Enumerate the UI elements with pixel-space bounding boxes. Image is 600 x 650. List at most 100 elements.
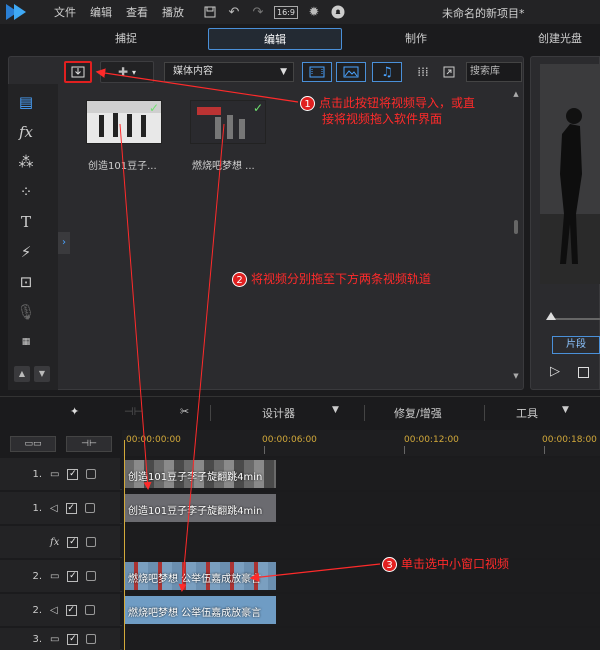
project-name: 未命名的新项目* <box>442 7 525 20</box>
menu-play[interactable]: 播放 <box>162 4 184 20</box>
timeline-clip[interactable]: 燃烧吧梦想 公举伍嘉成放豪言 <box>124 562 276 590</box>
plugins-button[interactable]: ✚ ▾ <box>100 61 154 83</box>
scissors-icon[interactable]: ✂ <box>180 405 189 418</box>
mode-tabs: 捕捉 编辑 制作 创建光盘 <box>0 26 600 52</box>
preview-scrub-knob[interactable] <box>546 312 556 320</box>
library-scrollbar[interactable]: ▲ ▼ <box>512 90 520 382</box>
puzzle-icon: ✚ <box>117 65 129 79</box>
voice-over-icon[interactable]: 🎙 <box>16 302 36 322</box>
settings-gear-icon[interactable]: ✹ <box>306 4 322 20</box>
play-icon[interactable]: ▷ <box>550 364 560 379</box>
media-room-icon[interactable]: ▤ <box>16 92 36 112</box>
transition-room-icon[interactable]: ⚡ <box>16 242 36 262</box>
timeline-clip[interactable]: 创造101豆子李子旋翻跳4min <box>124 460 276 488</box>
fit-timeline-button[interactable]: ⊣⊢ <box>66 436 112 452</box>
video-track-icon: ▭ <box>50 468 60 480</box>
save-icon[interactable] <box>202 4 218 20</box>
redo-icon[interactable]: ↷ <box>250 4 266 20</box>
chevron-down-icon: ▾ <box>132 67 137 77</box>
track-enable-checkbox[interactable]: ✓ <box>67 536 79 548</box>
clip-mode-button[interactable]: 片段 <box>552 336 600 354</box>
pip-objects-icon[interactable]: ⁂ <box>16 152 36 172</box>
step-badge: 2 <box>232 272 247 287</box>
sidebar-down-icon[interactable]: ▼ <box>34 366 50 382</box>
clip-label: 燃烧吧梦想 公举伍嘉成放豪言 <box>128 574 262 585</box>
media-type-dropdown[interactable]: 媒体内容 ▼ <box>164 62 294 82</box>
track-enable-checkbox[interactable]: ✓ <box>65 604 77 616</box>
track-body[interactable] <box>122 628 600 650</box>
lock-icon[interactable] <box>86 571 97 581</box>
track-body[interactable] <box>122 526 600 558</box>
media-thumbnail[interactable]: ✓ <box>86 100 162 144</box>
lock-icon[interactable] <box>84 503 95 513</box>
annotation-text: 单击选中小窗口视频 <box>401 557 510 571</box>
tab-edit[interactable]: 编辑 <box>208 28 342 50</box>
chevron-down-icon[interactable]: ▼ <box>332 405 339 415</box>
designer-button[interactable]: 设计器 <box>262 405 295 421</box>
track-enable-checkbox[interactable]: ✓ <box>67 468 79 480</box>
notification-bell-icon[interactable] <box>330 4 346 20</box>
lock-icon[interactable] <box>84 605 95 615</box>
menu-view[interactable]: 查看 <box>126 4 148 20</box>
track-enable-checkbox[interactable]: ✓ <box>67 633 79 645</box>
aspect-ratio-selector[interactable]: 16:9 <box>274 5 298 19</box>
tab-produce[interactable]: 制作 <box>376 28 456 50</box>
timeline-playhead[interactable] <box>124 440 125 650</box>
scroll-up-icon[interactable]: ▲ <box>512 90 520 98</box>
menu-file[interactable]: 文件 <box>54 4 76 20</box>
chevron-down-icon: ▼ <box>280 67 287 77</box>
ruler-label: 00:00:00:00 <box>126 435 181 445</box>
chapter-room-icon[interactable]: ▦ <box>16 332 36 352</box>
filter-video-button[interactable] <box>302 62 332 82</box>
timeline-clip[interactable]: 燃烧吧梦想 公举伍嘉成放豪言 <box>124 596 276 624</box>
track-body[interactable]: 创造101豆子李子旋翻跳4min <box>122 458 600 490</box>
undo-icon[interactable]: ↶ <box>226 4 242 20</box>
track-enable-checkbox[interactable]: ✓ <box>65 502 77 514</box>
magic-tools-icon[interactable]: ✦ <box>70 405 79 418</box>
timeline-ruler[interactable]: 00:00:00:00 00:00:06:00 00:00:12:00 00:0… <box>122 430 600 456</box>
particle-room-icon[interactable]: ⁘ <box>16 182 36 202</box>
import-media-button[interactable] <box>64 61 92 83</box>
collapse-panel-icon[interactable]: › <box>58 232 70 254</box>
sidebar-up-icon[interactable]: ▲ <box>14 366 30 382</box>
track-header: 1. ▭ ✓ <box>0 458 120 490</box>
track-row: 1. ◁ ✓ 创造101豆子李子旋翻跳4min <box>0 492 600 524</box>
lock-icon[interactable] <box>86 634 97 644</box>
lock-icon[interactable] <box>86 469 97 479</box>
fullscreen-icon[interactable] <box>434 62 464 82</box>
ruler-label: 00:00:12:00 <box>404 435 459 445</box>
track-body[interactable]: 创造101豆子李子旋翻跳4min <box>122 492 600 524</box>
step-badge: 1 <box>300 96 315 111</box>
media-thumbnail[interactable]: ✓ <box>190 100 266 144</box>
timeline-clip[interactable]: 创造101豆子李子旋翻跳4min <box>124 494 276 522</box>
filter-image-button[interactable] <box>336 62 366 82</box>
track-header: 3. ▭ ✓ <box>0 628 120 650</box>
audio-mixing-icon[interactable]: ⊡ <box>16 272 36 292</box>
fx-room-icon[interactable]: fx <box>16 122 36 142</box>
annotation-step-2: 2 将视频分别拖至下方两条视频轨道 <box>232 270 431 287</box>
ruler-label: 00:00:18:00 <box>542 435 597 445</box>
track-body[interactable]: 燃烧吧梦想 公举伍嘉成放豪言 <box>122 594 600 626</box>
fix-enhance-button[interactable]: 修复/增强 <box>394 405 442 421</box>
tab-create-disc[interactable]: 创建光盘 <box>520 28 600 50</box>
track-enable-checkbox[interactable]: ✓ <box>67 570 79 582</box>
tools-button[interactable]: 工具 <box>516 405 538 421</box>
lock-icon[interactable] <box>86 537 97 547</box>
chevron-down-icon[interactable]: ▼ <box>562 405 569 415</box>
sidebar-nav: ▲ ▼ <box>14 366 50 382</box>
track-row: 3. ▭ ✓ <box>0 628 600 650</box>
filter-audio-button[interactable]: ♫ <box>372 62 402 82</box>
library-search-input[interactable]: 搜索库 <box>466 62 522 82</box>
track-body[interactable]: 燃烧吧梦想 公举伍嘉成放豪言 <box>122 560 600 592</box>
scroll-down-icon[interactable]: ▼ <box>512 372 520 380</box>
tab-capture[interactable]: 捕捉 <box>86 28 166 50</box>
scroll-thumb[interactable] <box>514 220 518 234</box>
video-track-icon: ▭ <box>50 633 60 645</box>
menu-edit[interactable]: 编辑 <box>90 4 112 20</box>
timeline-toolbar: ✦ ⊣⊢ ✂ 设计器 ▼ 修复/增强 工具 ▼ <box>0 396 600 428</box>
stop-icon[interactable] <box>578 367 589 378</box>
title-room-icon[interactable]: T <box>16 212 36 232</box>
preview-video <box>540 64 600 284</box>
track-header: 1. ◁ ✓ <box>0 492 120 524</box>
track-manager-button[interactable]: ▭▭ <box>10 436 56 452</box>
